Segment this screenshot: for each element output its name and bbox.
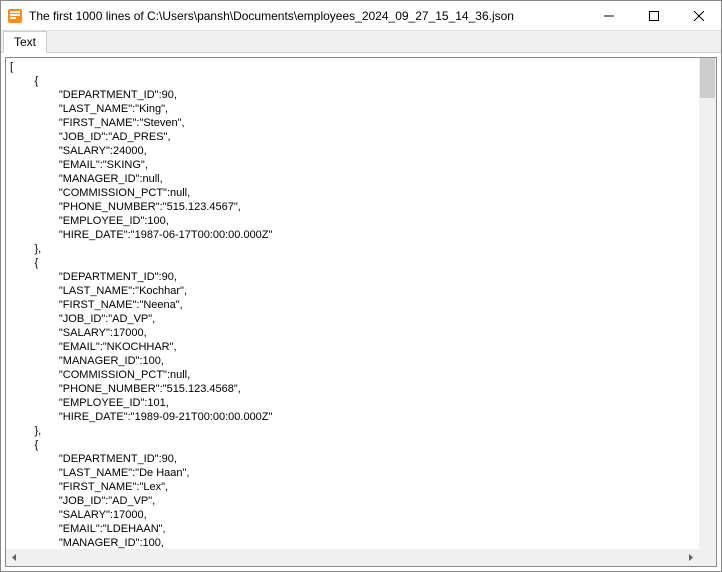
window-title: The first 1000 lines of C:\Users\pansh\D… — [29, 9, 586, 23]
scroll-right-arrow-icon[interactable] — [682, 549, 699, 566]
vertical-scrollbar-thumb[interactable] — [700, 58, 715, 98]
tab-text[interactable]: Text — [3, 31, 47, 53]
maximize-button[interactable] — [631, 1, 676, 30]
scrollbar-corner — [699, 549, 716, 566]
app-icon — [7, 8, 23, 24]
tab-bar: Text — [1, 31, 721, 53]
scroll-left-arrow-icon[interactable] — [6, 549, 23, 566]
titlebar[interactable]: The first 1000 lines of C:\Users\pansh\D… — [1, 1, 721, 31]
content-wrap: [ { "DEPARTMENT_ID":90, "LAST_NAME":"Kin… — [1, 53, 721, 571]
horizontal-scrollbar[interactable] — [6, 549, 699, 566]
minimize-button[interactable] — [586, 1, 631, 30]
content-box: [ { "DEPARTMENT_ID":90, "LAST_NAME":"Kin… — [5, 57, 717, 567]
close-button[interactable] — [676, 1, 721, 30]
json-text-viewer[interactable]: [ { "DEPARTMENT_ID":90, "LAST_NAME":"Kin… — [6, 58, 699, 549]
vertical-scrollbar[interactable] — [699, 58, 716, 549]
window-controls — [586, 1, 721, 30]
